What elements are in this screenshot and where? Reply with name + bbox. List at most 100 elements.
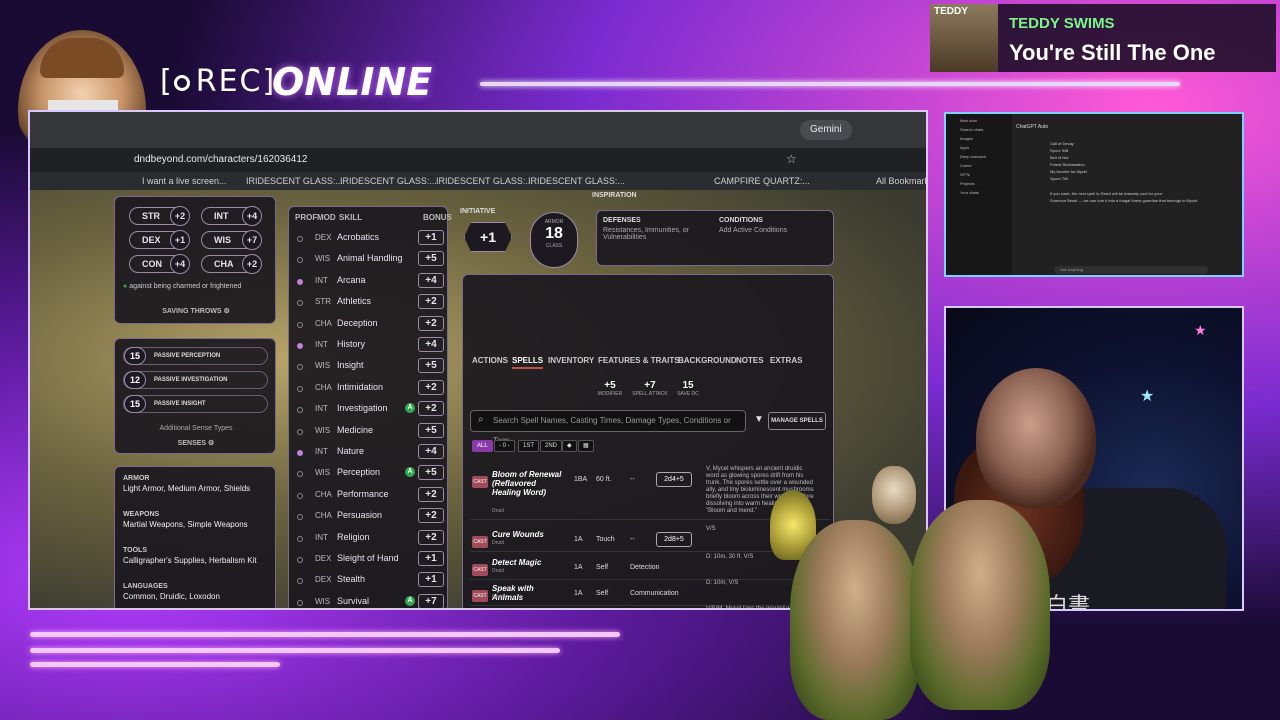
spell-row[interactable]: CAST Speak with Animals Druidic 1A Self Commu… [470, 580, 830, 606]
skill-bonus[interactable]: +5 [418, 465, 444, 481]
skill-bonus[interactable]: +2 [418, 508, 444, 524]
album-art: TEDDY [930, 4, 998, 72]
skill-row[interactable]: CHA Intimidation +2 [297, 379, 447, 400]
level-filter-all[interactable]: ALL [472, 440, 493, 452]
album-art-label: TEDDY [934, 6, 968, 17]
address-url[interactable]: dndbeyond.com/characters/162036412 [134, 154, 307, 165]
skill-bonus[interactable]: +4 [418, 272, 444, 288]
skill-name: Arcana [337, 274, 366, 285]
sidebar-item[interactable]: Deep research [960, 154, 1012, 159]
skill-bonus[interactable]: +1 [418, 230, 444, 245]
skill-row[interactable]: WIS Insight +5 [297, 357, 447, 378]
skill-row[interactable]: CHA Performance +2 [297, 486, 447, 507]
sidebar-item[interactable]: Codex [960, 163, 1012, 168]
skill-bonus[interactable]: +1 [418, 572, 444, 588]
spell-row[interactable]: CAST Detect Magic Druid 1A Self Detection D: 1… [470, 554, 830, 580]
skill-row[interactable]: DEX Stealth +1 [297, 571, 447, 592]
all-bookmarks[interactable]: All Bookmarks [876, 176, 926, 186]
initiative-value[interactable]: +1 [464, 222, 512, 252]
cast-button[interactable]: CAST [472, 536, 488, 548]
level-filter-2nd[interactable]: 2ND [540, 440, 563, 452]
skill-bonus[interactable]: +5 [418, 422, 444, 438]
save-wis[interactable]: WIS +7 [201, 230, 262, 250]
defenses-text[interactable]: Resistances, Immunities, or Vulnerabilit… [603, 227, 703, 241]
tab-notes[interactable]: NOTES [736, 356, 764, 365]
skill-bonus[interactable]: +2 [418, 529, 444, 545]
bookmark-item[interactable]: IRIDESCENT GLASS:... [340, 176, 437, 186]
save-int[interactable]: INT +4 [201, 206, 262, 226]
skill-row[interactable]: STR Athletics +2 [297, 293, 447, 314]
tab-background[interactable]: BACKGROUND [678, 356, 737, 365]
skill-bonus[interactable]: +2 [418, 379, 444, 395]
spell-effect-button[interactable]: 2d8+5 [656, 532, 692, 547]
sidebar-item[interactable]: Your chats [960, 190, 1012, 195]
skill-bonus[interactable]: +4 [418, 337, 444, 352]
skill-row[interactable]: WIS Survival A +7 [297, 593, 447, 608]
chat-line: Spore Still [1050, 148, 1069, 153]
chatgpt-title[interactable]: ChatGPT Auto [1016, 124, 1048, 130]
tab-inventory[interactable]: INVENTORY [548, 356, 594, 365]
skill-bonus[interactable]: +5 [418, 358, 444, 374]
skill-row[interactable]: DEX Sleight of Hand +1 [297, 550, 447, 571]
save-con[interactable]: CON +4 [129, 254, 190, 274]
inspiration-label[interactable]: INSPIRATION [592, 192, 637, 199]
skill-row[interactable]: INT History +4 [297, 336, 447, 357]
conditions-text[interactable]: Add Active Conditions [719, 227, 787, 234]
sidebar-item[interactable]: Search chats [960, 127, 1012, 132]
cast-button[interactable]: CAST [472, 590, 488, 602]
tab-actions[interactable]: ACTIONS [472, 356, 508, 365]
bookmark-item[interactable]: IRIDESCENT GLASS:... [436, 176, 533, 186]
tab-features-traits[interactable]: FEATURES & TRAITS [598, 356, 680, 365]
bookmark-star-icon[interactable]: ☆ [786, 152, 797, 166]
sidebar-item[interactable]: Apps [960, 145, 1012, 150]
bookmark-item[interactable]: IRIDESCENT GLASS:... [246, 176, 343, 186]
skill-row[interactable]: WIS Perception A +5 [297, 464, 447, 485]
skill-row[interactable]: INT Investigation A +2 [297, 400, 447, 421]
skill-row[interactable]: DEX Acrobatics +1 [297, 229, 447, 250]
level-filter-1st[interactable]: 1ST [518, 440, 540, 452]
skill-row[interactable]: CHA Persuasion +2 [297, 507, 447, 528]
skill-bonus[interactable]: +1 [418, 551, 444, 566]
skill-row[interactable]: CHA Deception +2 [297, 315, 447, 336]
bookmark-item[interactable]: I want a live screen... [142, 176, 227, 186]
skill-row[interactable]: INT Arcana +4 [297, 272, 447, 293]
filter-icon[interactable]: ▼ [754, 414, 764, 425]
sidebar-item[interactable]: Images [960, 136, 1012, 141]
skill-modifier: WIS [315, 425, 331, 435]
manage-spells-button[interactable]: MANAGE SPELLS [768, 412, 826, 430]
gemini-button[interactable]: Gemini [800, 120, 852, 140]
cast-button[interactable]: CAST [472, 564, 488, 576]
skill-row[interactable]: INT Religion +2 [297, 529, 447, 550]
skill-bonus[interactable]: +5 [418, 251, 444, 267]
additional-sense-types[interactable]: Additional Sense Types [115, 425, 277, 432]
skill-bonus[interactable]: +2 [418, 401, 444, 417]
skill-bonus[interactable]: +2 [418, 486, 444, 502]
save-dex[interactable]: DEX +1 [129, 230, 190, 250]
cast-button[interactable]: CAST [472, 476, 488, 488]
star-icon: ★ [1140, 388, 1155, 405]
sidebar-item[interactable]: Projects [960, 181, 1012, 186]
tab-extras[interactable]: EXTRAS [770, 356, 802, 365]
skill-bonus[interactable]: +2 [418, 315, 444, 331]
tab-spells[interactable]: SPELLS [512, 356, 544, 369]
level-filter-cantrip[interactable]: - 0 - [494, 440, 515, 452]
skill-row[interactable]: WIS Medicine +5 [297, 422, 447, 443]
skill-bonus[interactable]: +4 [418, 444, 444, 459]
sidebar-item[interactable]: GPTs [960, 172, 1012, 177]
bookmark-item[interactable]: CAMPFIRE QUARTZ:... [714, 176, 810, 186]
bookmark-item[interactable]: IRIDESCENT GLASS:... [528, 176, 625, 186]
armor-class-shield[interactable]: ARMOR 18 CLASS [530, 212, 578, 268]
skill-bonus[interactable]: +7 [418, 593, 444, 608]
chatgpt-input[interactable]: Ask anything [1054, 266, 1208, 274]
skill-row[interactable]: WIS Animal Handling +5 [297, 250, 447, 271]
skill-row[interactable]: INT Nature +4 [297, 443, 447, 464]
skill-bonus[interactable]: +2 [418, 294, 444, 310]
spell-effect-button[interactable]: 2d4+5 [656, 472, 692, 487]
sidebar-item[interactable]: New chat [960, 118, 1012, 123]
concentration-filter-icon[interactable]: ▦ [578, 440, 594, 452]
save-cha[interactable]: CHA +2 [201, 254, 262, 274]
spell-row[interactable]: CASTSummon Morel (Reflavored Find Famili… [470, 606, 830, 608]
save-str[interactable]: STR +2 [129, 206, 190, 226]
spell-search-input[interactable]: Search Spell Names, Casting Times, Damag… [470, 410, 746, 445]
ritual-filter-icon[interactable]: ◆ [562, 440, 577, 452]
